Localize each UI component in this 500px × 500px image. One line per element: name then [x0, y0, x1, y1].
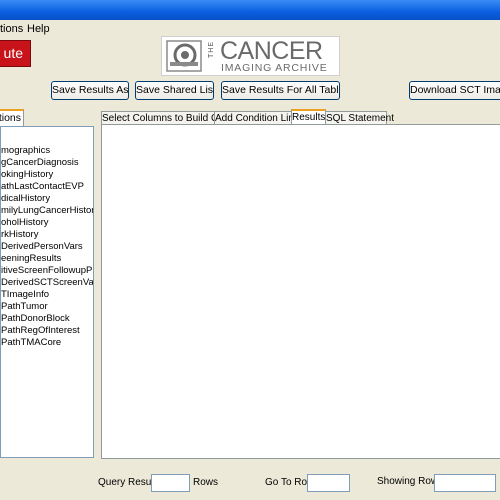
logo-the: THE — [208, 41, 215, 58]
logo-imaging-archive: IMAGING ARCHIVE — [221, 62, 328, 74]
rows-label: Rows — [193, 477, 219, 488]
go-to-row-input[interactable] — [307, 474, 350, 492]
menu-item-help[interactable]: Help — [27, 23, 50, 35]
results-panel — [101, 124, 500, 459]
list-item[interactable]: dicalHistory — [1, 193, 50, 205]
tcia-logo: THE CANCER IMAGING ARCHIVE — [161, 36, 340, 76]
status-bar: Query Results Rows Go To Row Showing Row… — [0, 462, 500, 500]
save-shared-list-button[interactable]: Save Shared List — [135, 81, 214, 100]
list-item[interactable]: okingHistory — [1, 169, 53, 181]
save-results-as-button[interactable]: Save Results As — [51, 81, 129, 100]
query-results-field — [151, 474, 190, 492]
list-item[interactable]: milyLungCancerHistory — [1, 205, 93, 217]
save-results-all-tables-button[interactable]: Save Results For All Tables — [221, 81, 340, 100]
list-item[interactable]: rkHistory — [1, 229, 38, 241]
execute-button[interactable]: ute — [0, 40, 31, 67]
list-item[interactable]: itiveScreenFollowupProcs — [1, 265, 93, 277]
title-bar — [0, 0, 500, 20]
list-item[interactable]: DerivedPersonVars — [1, 241, 83, 253]
table-list-panel: tions mographics gCancerDiagnosis okingH… — [0, 109, 94, 458]
list-item[interactable]: PathDonorBlock — [1, 313, 70, 325]
showing-rows-field — [434, 474, 496, 492]
list-item[interactable]: gCancerDiagnosis — [1, 157, 79, 169]
list-item[interactable]: PathTMACore — [1, 337, 61, 349]
list-item[interactable]: TImageInfo — [1, 289, 49, 301]
execute-button-label: ute — [3, 45, 23, 61]
menu-item-options[interactable]: tions — [0, 23, 23, 35]
table-list[interactable]: mographics gCancerDiagnosis okingHistory… — [0, 126, 94, 458]
list-item[interactable]: mographics — [1, 145, 50, 157]
list-item[interactable]: PathTumor — [1, 301, 48, 313]
list-item[interactable]: athLastContactEVP — [1, 181, 84, 193]
tab-table-options[interactable]: tions — [0, 109, 24, 126]
list-item[interactable]: DerivedSCTScreenVars — [1, 277, 93, 289]
list-item[interactable]: eeningResults — [1, 253, 61, 265]
list-item[interactable]: PathRegOfInterest — [1, 325, 80, 337]
list-item[interactable]: oholHistory — [1, 217, 49, 229]
download-sct-images-button[interactable]: Download SCT Images — [409, 81, 500, 100]
menu-bar: tions Help — [0, 20, 500, 37]
scanner-icon — [166, 40, 202, 72]
